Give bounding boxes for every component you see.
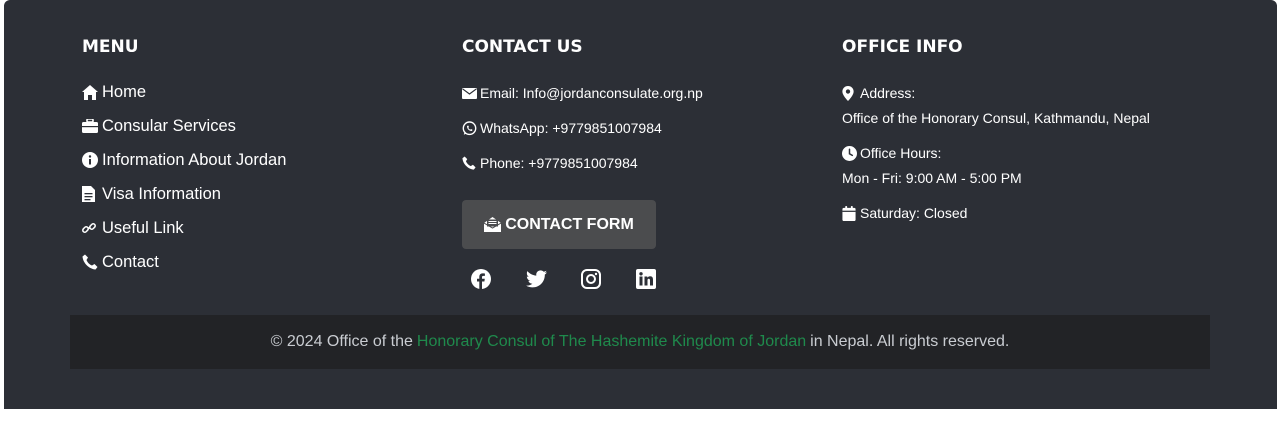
- menu-heading: MENU: [82, 37, 139, 57]
- calendar-icon: [842, 205, 857, 221]
- menu-item-label: Visa Information: [102, 184, 221, 203]
- menu-item-visa-information[interactable]: Visa Information: [82, 183, 221, 205]
- contact-whatsapp[interactable]: WhatsApp: +9779851007984: [462, 118, 662, 138]
- facebook-icon[interactable]: [470, 268, 492, 290]
- menu-item-consular-services[interactable]: Consular Services: [82, 115, 236, 137]
- contact-heading: CONTACT US: [462, 37, 583, 57]
- menu-item-label: Home: [102, 82, 147, 101]
- menu-item-label: Useful Link: [102, 218, 184, 237]
- instagram-icon[interactable]: [580, 268, 602, 290]
- menu-item-home[interactable]: Home: [82, 81, 146, 103]
- menu-item-label: Information About Jordan: [102, 150, 287, 169]
- office-saturday-text: Saturday: Closed: [860, 205, 968, 221]
- office-saturday: Saturday: Closed: [842, 203, 967, 223]
- clock-icon: [842, 145, 857, 161]
- link-icon: [82, 220, 99, 237]
- menu-item-label: Contact: [102, 252, 159, 271]
- contact-form-button[interactable]: CONTACT FORM: [462, 200, 656, 249]
- copyright-suffix: in Nepal. All rights reserved.: [810, 333, 1010, 350]
- copyright-bar: © 2024 Office of the Honorary Consul of …: [70, 315, 1210, 369]
- contact-email[interactable]: Email: Info@jordanconsulate.org.np: [462, 83, 703, 103]
- document-icon: [82, 186, 99, 203]
- copyright-link[interactable]: Honorary Consul of The Hashemite Kingdom…: [417, 333, 806, 351]
- contact-phone-text: Phone: +9779851007984: [480, 155, 638, 171]
- whatsapp-icon: [462, 120, 477, 136]
- office-address-value: Office of the Honorary Consul, Kathmandu…: [842, 110, 1150, 126]
- phone-icon: [462, 156, 477, 171]
- office-hours-label: Office Hours:: [842, 143, 941, 163]
- info-icon: [82, 152, 99, 169]
- envelope-icon: [462, 86, 477, 101]
- copyright-prefix: © 2024 Office of the: [270, 333, 413, 350]
- twitter-icon[interactable]: [525, 268, 547, 290]
- contact-phone[interactable]: Phone: +9779851007984: [462, 153, 638, 173]
- map-pin-icon: [842, 85, 857, 101]
- linkedin-icon[interactable]: [635, 268, 657, 290]
- home-icon: [82, 84, 99, 101]
- envelope-open-icon: [484, 217, 502, 232]
- briefcase-icon: [82, 118, 99, 135]
- menu-item-label: Consular Services: [102, 116, 236, 135]
- office-heading: OFFICE INFO: [842, 37, 963, 57]
- site-footer: MENU Home Consular Services Information …: [4, 0, 1277, 409]
- menu-item-information-about-jordan[interactable]: Information About Jordan: [82, 149, 286, 171]
- contact-whatsapp-text: WhatsApp: +9779851007984: [480, 120, 662, 136]
- office-address-label-text: Address:: [860, 85, 916, 101]
- office-hours-label-text: Office Hours:: [860, 145, 942, 161]
- contact-form-button-label: CONTACT FORM: [505, 215, 634, 233]
- phone-icon: [82, 254, 99, 271]
- office-address-label: Address:: [842, 83, 915, 103]
- contact-email-text: Email: Info@jordanconsulate.org.np: [480, 85, 703, 101]
- social-links: [470, 268, 690, 290]
- menu-item-useful-link[interactable]: Useful Link: [82, 217, 184, 239]
- office-hours-value: Mon - Fri: 9:00 AM - 5:00 PM: [842, 170, 1022, 186]
- menu-item-contact[interactable]: Contact: [82, 251, 159, 273]
